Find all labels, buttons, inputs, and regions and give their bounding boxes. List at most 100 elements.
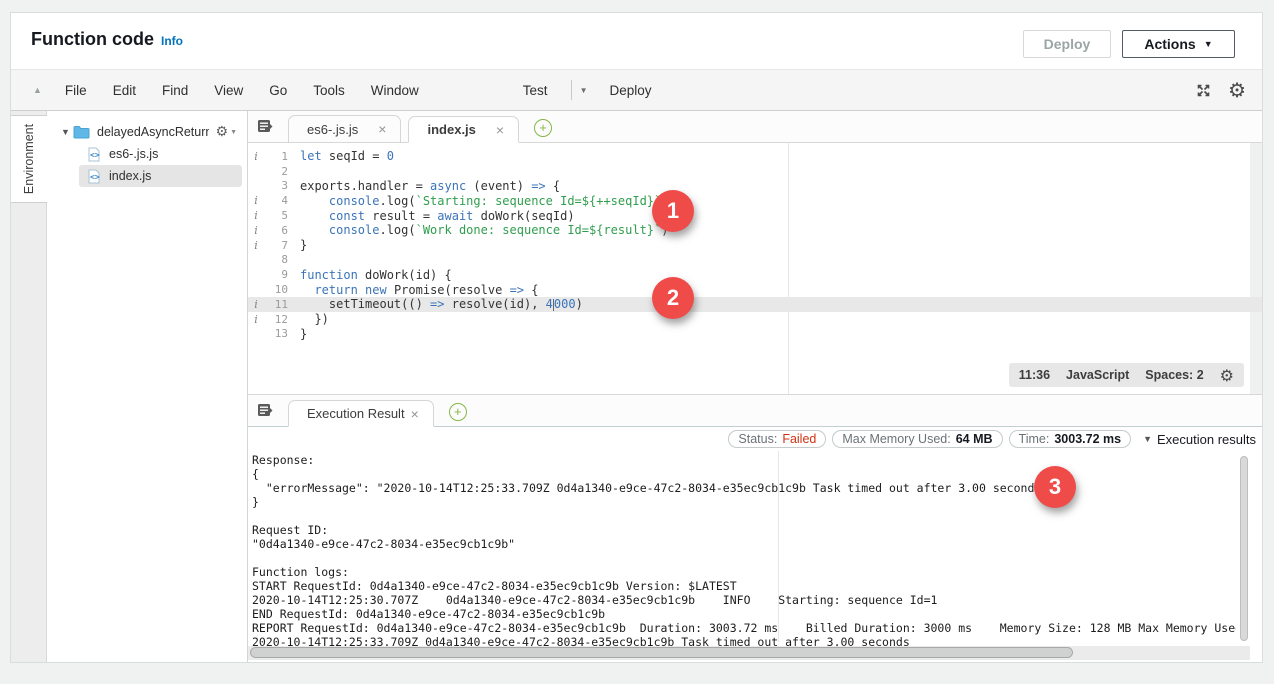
menu-view[interactable]: View — [201, 83, 256, 98]
code-line-11[interactable]: i11 setTimeout(() => resolve(id), 4000) — [248, 297, 1262, 312]
menubar-right-icons: ⚙ — [1195, 78, 1246, 102]
code-text: return new Promise(resolve => { — [288, 283, 538, 297]
callout-1: 1 — [652, 190, 694, 232]
code-line-7[interactable]: i7} — [248, 238, 1262, 253]
output-line: REPORT RequestId: 0d4a1340-e9ce-47c2-803… — [252, 621, 1236, 635]
code-line-4[interactable]: i4 console.log(`Starting: sequence Id=${… — [248, 193, 1262, 208]
code-line-2[interactable]: 2 — [248, 164, 1262, 179]
menu-test[interactable]: Test — [510, 83, 561, 98]
code-line-13[interactable]: 13} — [248, 327, 1262, 342]
code-token: result = — [365, 209, 437, 223]
add-tab-icon[interactable]: + — [534, 119, 552, 137]
actions-button[interactable]: Actions ▼ — [1122, 30, 1235, 58]
content-area: Environment ▼ delayedAsyncReturn ⚙ ▼ <>e… — [11, 111, 1262, 662]
code-token: => — [430, 297, 444, 311]
menu-deploy[interactable]: Deploy — [609, 83, 651, 98]
line-number: 8 — [264, 253, 288, 266]
line-number: 2 — [264, 165, 288, 178]
horizontal-scrollbar-track[interactable] — [248, 646, 1250, 660]
tab-index.js[interactable]: index.js× — [408, 116, 519, 143]
indent-setting[interactable]: Spaces: 2 — [1145, 368, 1203, 382]
collapse-panel-icon[interactable]: ▲ — [33, 85, 42, 95]
tree-item-es6-.js.js[interactable]: <>es6-.js.js — [79, 143, 242, 165]
code-token: Promise(resolve — [387, 283, 510, 297]
output-line — [252, 509, 1236, 523]
cursor-position[interactable]: 11:36 — [1019, 368, 1050, 382]
pane-list-icon[interactable] — [257, 403, 273, 418]
code-line-5[interactable]: i5 const result = await doWork(seqId) — [248, 208, 1262, 223]
tab-close-icon[interactable]: × — [496, 122, 504, 138]
execution-status-row: Status:FailedMax Memory Used:64 MBTime:3… — [248, 427, 1256, 451]
folder-caret-icon[interactable]: ▼ — [61, 127, 73, 137]
settings-gear-icon[interactable]: ⚙ — [1228, 78, 1246, 102]
code-token: (event) — [466, 179, 531, 193]
code-token: function — [300, 268, 358, 282]
code-token: .log( — [379, 194, 415, 208]
tab-execution-result[interactable]: Execution Result × — [288, 400, 434, 427]
code-line-10[interactable]: 10 return new Promise(resolve => { — [248, 282, 1262, 297]
code-lines: i1let seqId = 023exports.handler = async… — [248, 149, 1262, 341]
code-line-3[interactable]: 3exports.handler = async (event) => { — [248, 179, 1262, 194]
menu-window[interactable]: Window — [358, 83, 432, 98]
folder-name: delayedAsyncReturn — [97, 125, 209, 139]
tab-close-icon[interactable]: × — [411, 406, 419, 422]
gutter-info-icon: i — [248, 194, 264, 207]
menu-edit[interactable]: Edit — [100, 83, 149, 98]
code-token: }) — [300, 312, 329, 326]
pane-list-icon[interactable] — [257, 119, 273, 134]
gutter-info-icon: i — [248, 150, 264, 163]
line-number: 1 — [264, 150, 288, 163]
code-token — [358, 283, 365, 297]
menu-file[interactable]: File — [52, 83, 100, 98]
tab-close-icon[interactable]: × — [378, 121, 386, 137]
editor-tabs: es6-.js.js× index.js× — [288, 115, 526, 142]
environment-tab[interactable]: Environment — [11, 115, 47, 203]
file-name: index.js — [109, 169, 151, 183]
status-badge: Time:3003.72 ms — [1009, 430, 1132, 448]
language-mode[interactable]: JavaScript — [1066, 368, 1129, 382]
svg-text:<>: <> — [90, 150, 100, 159]
tab-es6-.js.js[interactable]: es6-.js.js× — [288, 115, 401, 142]
code-token: `Starting: sequence Id=${++seqId}` — [416, 194, 662, 208]
code-token — [300, 194, 329, 208]
menu-go[interactable]: Go — [256, 83, 300, 98]
code-line-1[interactable]: i1let seqId = 0 — [248, 149, 1262, 164]
code-token: 000 — [554, 297, 576, 311]
code-line-9[interactable]: 9function doWork(id) { — [248, 267, 1262, 282]
code-text: console.log(`Work done: sequence Id=${re… — [288, 223, 668, 237]
badge-value: Failed — [782, 432, 816, 446]
code-token: => — [531, 179, 545, 193]
horizontal-scrollbar-thumb[interactable] — [250, 647, 1073, 658]
code-editor[interactable]: i1let seqId = 023exports.handler = async… — [248, 143, 1262, 395]
execution-results-dropdown[interactable]: ▼ Execution results — [1143, 432, 1256, 447]
environment-tab-label: Environment — [22, 124, 36, 194]
line-number: 7 — [264, 239, 288, 252]
code-text: }) — [288, 312, 329, 326]
add-tab-icon[interactable]: + — [449, 403, 467, 421]
code-text: } — [288, 327, 307, 341]
info-link[interactable]: Info — [161, 34, 183, 48]
tree-gear-caret-icon: ▼ — [230, 129, 237, 136]
execution-output[interactable]: Response:{ "errorMessage": "2020-10-14T1… — [252, 453, 1236, 649]
code-text: } — [288, 238, 307, 252]
deploy-button[interactable]: Deploy — [1023, 30, 1111, 58]
tree-item-index.js[interactable]: <>index.js — [79, 165, 242, 187]
menu-find[interactable]: Find — [149, 83, 201, 98]
code-line-6[interactable]: i6 console.log(`Work done: sequence Id=$… — [248, 223, 1262, 238]
tree-settings-control[interactable]: ⚙ ▼ — [216, 124, 238, 140]
code-token: await — [437, 209, 473, 223]
fullscreen-icon[interactable] — [1195, 82, 1212, 99]
line-number: 3 — [264, 179, 288, 192]
menu-tools[interactable]: Tools — [300, 83, 358, 98]
code-line-12[interactable]: i12 }) — [248, 312, 1262, 327]
line-number: 4 — [264, 194, 288, 207]
statusbar-gear-icon[interactable]: ⚙ — [1220, 366, 1234, 385]
vertical-scrollbar[interactable] — [1240, 456, 1248, 641]
code-line-8[interactable]: 8 — [248, 253, 1262, 268]
test-dropdown-caret-icon[interactable]: ▼ — [580, 86, 588, 95]
code-token — [300, 223, 329, 237]
menubar-items: FileEditFindViewGoToolsWindow — [52, 83, 432, 98]
gutter-info-icon: i — [248, 209, 264, 222]
tree-folder-row[interactable]: ▼ delayedAsyncReturn ⚙ ▼ — [47, 121, 247, 143]
run-controls: Test ▼ Deploy — [510, 80, 652, 100]
